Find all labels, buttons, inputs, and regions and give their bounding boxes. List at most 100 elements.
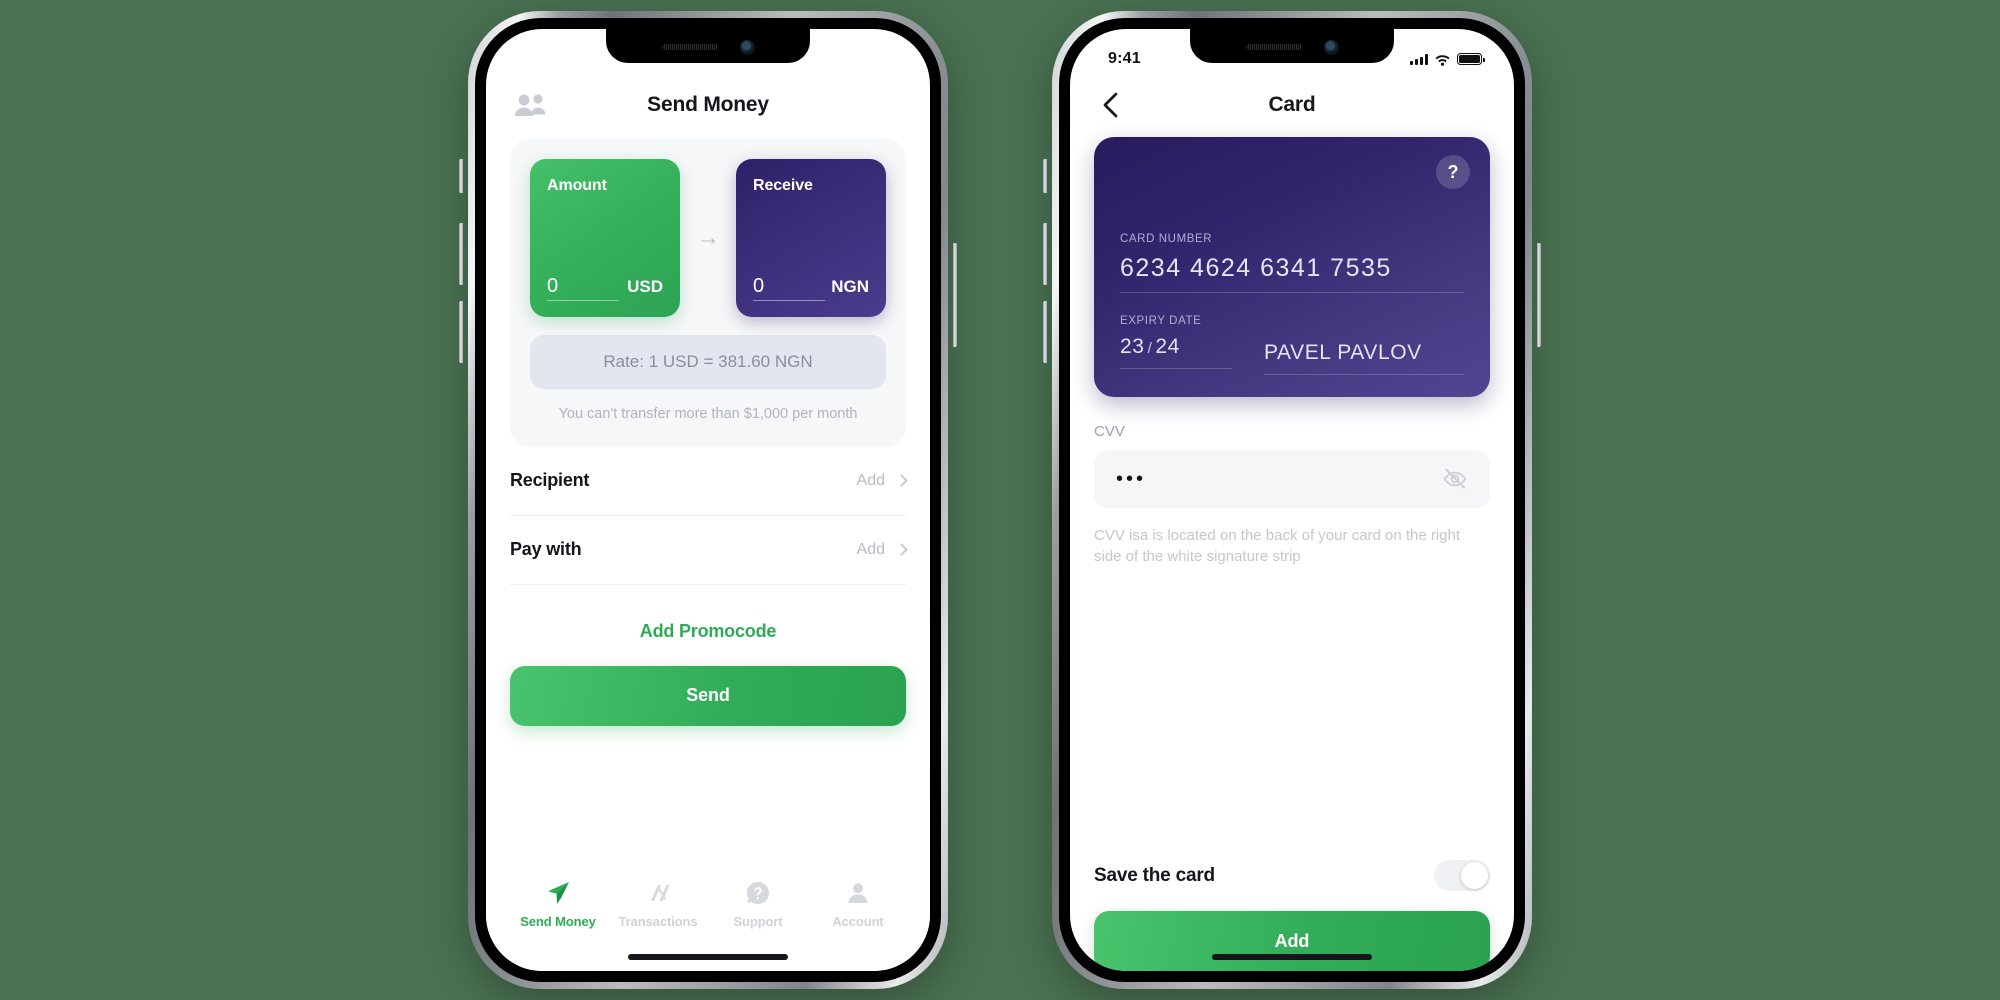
send-button[interactable]: Send: [510, 665, 906, 726]
earpiece-speaker-icon: [661, 44, 718, 50]
tab-account[interactable]: Account: [810, 879, 906, 929]
volume-up-button[interactable]: [459, 223, 463, 285]
receive-label: Receive: [753, 177, 813, 194]
expiry-group: EXPIRY DATE 23/24: [1120, 315, 1232, 375]
front-camera-icon: [739, 39, 755, 55]
pay-with-add-label: Add: [856, 540, 885, 558]
expiry-separator: /: [1147, 340, 1153, 357]
help-icon[interactable]: ?: [1436, 155, 1470, 189]
chevron-right-icon: [895, 474, 908, 487]
question-bubble-icon: [746, 881, 769, 904]
tab-support[interactable]: Support: [710, 879, 806, 929]
phone-right: 9:41 Card ? CARD NUMBER 6234 4624 6341 7…: [1043, 11, 1541, 989]
cvv-label: CVV: [1094, 423, 1125, 440]
save-card-toggle[interactable]: [1434, 860, 1490, 891]
phone-left-screen: Send Money Amount 0 USD → Receive 0 NGN …: [486, 29, 930, 971]
cvv-value: •••: [1116, 468, 1147, 490]
pay-with-label: Pay with: [510, 539, 582, 560]
amount-row: Amount 0 USD → Receive 0 NGN: [530, 159, 886, 317]
recipient-action-group[interactable]: Add: [856, 471, 908, 490]
volume-up-button[interactable]: [1043, 223, 1047, 285]
amount-label: Amount: [547, 177, 607, 194]
card-body: ? CARD NUMBER 6234 4624 6341 7535 EXPIRY…: [1070, 133, 1514, 971]
add-promocode-link[interactable]: Add Promocode: [510, 621, 906, 642]
receive-input[interactable]: 0: [753, 276, 825, 301]
tab-send-money[interactable]: Send Money: [510, 879, 606, 929]
phone-left: Send Money Amount 0 USD → Receive 0 NGN …: [459, 11, 957, 989]
amount-currency[interactable]: USD: [627, 277, 663, 297]
eye-off-icon[interactable]: [1442, 466, 1468, 492]
expiry-month: 23: [1120, 335, 1145, 358]
tab-support-label: Support: [733, 914, 783, 929]
page-title: Send Money: [647, 93, 769, 116]
people-icon[interactable]: [514, 92, 548, 118]
recipient-add-label: Add: [856, 471, 885, 489]
navbar-left-actions[interactable]: [514, 92, 548, 118]
status-indicators: [1410, 53, 1485, 66]
card-secondary-row: EXPIRY DATE 23/24 PAVEL PAVLOV: [1120, 315, 1464, 375]
expiry-value[interactable]: 23/24: [1120, 335, 1232, 369]
volume-down-button[interactable]: [459, 301, 463, 363]
home-indicator[interactable]: [1212, 954, 1372, 960]
expiry-year: 24: [1155, 335, 1180, 358]
cvv-field[interactable]: •••: [1094, 450, 1490, 508]
transactions-icon: [651, 885, 670, 901]
send-plane-icon: [548, 882, 569, 904]
front-camera-icon: [1323, 39, 1339, 55]
person-icon: [848, 883, 868, 903]
navbar-card: Card: [1070, 77, 1514, 133]
send-money-body: Amount 0 USD → Receive 0 NGN Rate: 1 USD…: [486, 133, 930, 726]
chevron-right-icon: [895, 543, 908, 556]
home-indicator[interactable]: [628, 954, 788, 960]
phone-left-bezel: Send Money Amount 0 USD → Receive 0 NGN …: [475, 18, 941, 982]
navbar-send-money: Send Money: [486, 77, 930, 133]
tab-account-label: Account: [832, 914, 884, 929]
card-number-value[interactable]: 6234 4624 6341 7535: [1120, 254, 1464, 293]
volume-down-button[interactable]: [1043, 301, 1047, 363]
receive-box[interactable]: Receive 0 NGN: [736, 159, 886, 317]
earpiece-speaker-icon: [1245, 44, 1302, 50]
tab-send-money-label: Send Money: [520, 914, 596, 929]
battery-full-icon: [1457, 53, 1485, 65]
row-recipient[interactable]: Recipient Add: [510, 447, 908, 516]
save-card-label: Save the card: [1094, 864, 1215, 886]
signal-bars-icon: [1410, 53, 1428, 65]
transfer-limit-note: You can't transfer more than $1,000 per …: [558, 406, 858, 422]
tab-transactions[interactable]: Transactions: [610, 879, 706, 929]
power-button[interactable]: [953, 243, 957, 347]
navbar-back-action[interactable]: [1098, 90, 1124, 120]
amount-bottom: 0 USD: [547, 276, 663, 301]
cardholder-value[interactable]: PAVEL PAVLOV: [1264, 341, 1464, 375]
row-pay-with[interactable]: Pay with Add: [510, 516, 908, 585]
person-icon-wrap: [844, 879, 872, 907]
question-bubble-icon-wrap: [744, 879, 772, 907]
expiry-label: EXPIRY DATE: [1120, 315, 1202, 327]
send-plane-icon-wrap: [544, 879, 572, 907]
flex-spacer: [1094, 567, 1490, 860]
exchange-card: Amount 0 USD → Receive 0 NGN Rate: 1 USD…: [510, 139, 906, 447]
status-time: 9:41: [1108, 50, 1141, 67]
wifi-icon: [1435, 54, 1450, 66]
add-card-button[interactable]: Add: [1094, 911, 1490, 971]
chevron-left-icon[interactable]: [1098, 90, 1124, 120]
recipient-label: Recipient: [510, 470, 590, 491]
amount-box[interactable]: Amount 0 USD: [530, 159, 680, 317]
save-card-row: Save the card: [1094, 860, 1490, 891]
receive-currency[interactable]: NGN: [831, 277, 869, 297]
silent-switch[interactable]: [1043, 159, 1047, 193]
card-number-group: CARD NUMBER 6234 4624 6341 7535: [1120, 233, 1464, 293]
page-title: Card: [1268, 93, 1316, 116]
amount-input[interactable]: 0: [547, 276, 619, 301]
exchange-arrow-icon: →: [696, 224, 720, 251]
phone-right-bezel: 9:41 Card ? CARD NUMBER 6234 4624 6341 7…: [1059, 18, 1525, 982]
phone-right-screen: 9:41 Card ? CARD NUMBER 6234 4624 6341 7…: [1070, 29, 1514, 971]
pay-with-action-group[interactable]: Add: [856, 540, 908, 559]
tab-transactions-label: Transactions: [618, 914, 698, 929]
exchange-rate-pill: Rate: 1 USD = 381.60 NGN: [530, 335, 886, 389]
power-button[interactable]: [1537, 243, 1541, 347]
credit-card-preview: ? CARD NUMBER 6234 4624 6341 7535 EXPIRY…: [1094, 137, 1490, 397]
cardholder-group: PAVEL PAVLOV: [1264, 315, 1464, 375]
silent-switch[interactable]: [459, 159, 463, 193]
notch: [1190, 29, 1394, 63]
toggle-knob: [1461, 862, 1488, 889]
